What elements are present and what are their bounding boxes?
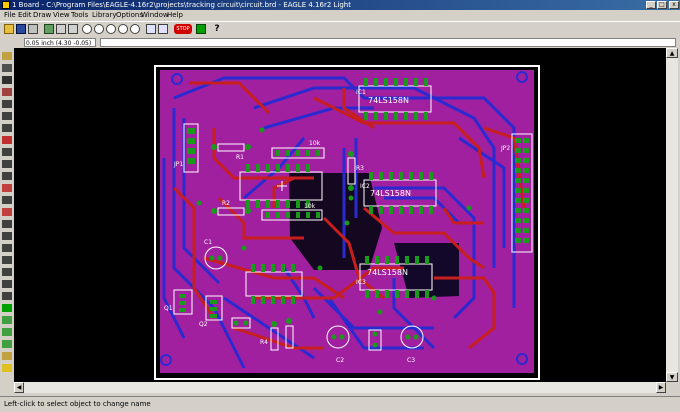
menu-draw[interactable]: Draw <box>33 10 51 21</box>
cam-icon[interactable] <box>44 24 54 34</box>
show-tool-icon[interactable] <box>2 64 12 72</box>
scroll-down-arrow-icon[interactable]: ▼ <box>666 372 678 382</box>
arc-tool-icon[interactable] <box>2 268 12 276</box>
name-tool-icon[interactable] <box>2 184 12 192</box>
zoom-out-icon[interactable] <box>106 24 116 34</box>
delete-tool-icon[interactable] <box>2 136 12 144</box>
scroll-up-arrow-icon[interactable]: ▲ <box>666 48 678 58</box>
route-tool-icon[interactable] <box>2 208 12 216</box>
r3-label: R3 <box>356 165 364 172</box>
paste-tool-icon[interactable] <box>2 160 12 168</box>
main-toolbar: STOP ? <box>0 21 680 37</box>
coordinate-display: 0.05 inch (4.30 -0.05) <box>24 38 96 47</box>
ic-a-ref: IC1 <box>356 89 366 96</box>
split-tool-icon[interactable] <box>2 172 12 180</box>
polygon-tool-icon[interactable] <box>2 292 12 300</box>
c2-label: C2 <box>336 357 344 364</box>
board-canvas[interactable]: 74LS158N IC1 74LS158N IC2 74LS158N IC3 1… <box>14 48 666 382</box>
pcb-drawing: 74LS158N IC1 74LS158N IC2 74LS158N IC3 1… <box>154 65 540 380</box>
menu-tools[interactable]: Tools <box>71 10 88 21</box>
undo-icon[interactable] <box>146 24 156 34</box>
title-bar: 1 Board - C:\Program Files\EAGLE-4.16r2\… <box>0 0 680 10</box>
menu-bar: File Edit Draw View Tools Library Option… <box>0 10 680 21</box>
zoom-in-icon[interactable] <box>94 24 104 34</box>
close-button[interactable]: x <box>669 1 679 9</box>
status-bar: Left-click to select object to change na… <box>0 396 680 412</box>
c3-label: C3 <box>407 357 415 364</box>
menu-help[interactable]: Help <box>167 10 183 21</box>
text-tool-icon[interactable] <box>2 244 12 252</box>
run-ulp-icon[interactable] <box>68 24 78 34</box>
redo-icon[interactable] <box>158 24 168 34</box>
q-left-label: Q1 <box>164 305 173 312</box>
res-10k-b-label: 10k <box>304 203 316 210</box>
menu-edit[interactable]: Edit <box>18 10 32 21</box>
info-tool-icon[interactable] <box>2 52 12 60</box>
script-icon[interactable] <box>56 24 66 34</box>
mirror-tool-icon[interactable] <box>2 100 12 108</box>
ic-a-label: 74LS158N <box>368 96 409 105</box>
q-right-label: Q2 <box>199 321 208 328</box>
auto-tool-icon[interactable] <box>2 340 12 348</box>
open-icon[interactable] <box>4 24 14 34</box>
hole-tool-icon[interactable] <box>2 316 12 324</box>
r4-label: R4 <box>260 339 268 346</box>
eagle-app-icon <box>2 1 10 9</box>
ripup-tool-icon[interactable] <box>2 220 12 228</box>
menu-view[interactable]: View <box>53 10 70 21</box>
minimize-button[interactable]: _ <box>646 1 656 9</box>
wire-tool-icon[interactable] <box>2 232 12 240</box>
go-icon[interactable] <box>196 24 206 34</box>
value-tool-icon[interactable] <box>2 196 12 204</box>
r2-label: R2 <box>222 200 230 207</box>
move-tool-icon[interactable] <box>2 76 12 84</box>
copy-tool-icon[interactable] <box>2 88 12 96</box>
ic-c-label: 74LS158N <box>367 268 408 277</box>
jp-right-label: JP2 <box>500 145 510 152</box>
ic-b-ref: IC2 <box>360 183 370 190</box>
scroll-left-arrow-icon[interactable]: ◀ <box>14 382 24 393</box>
stop-icon[interactable]: STOP <box>174 24 192 34</box>
command-bar: 0.05 inch (4.30 -0.05) <box>0 36 680 48</box>
zoom-fit-icon[interactable] <box>82 24 92 34</box>
r1-label: R1 <box>236 154 244 161</box>
print-icon[interactable] <box>28 24 38 34</box>
zoom-select-icon[interactable] <box>130 24 140 34</box>
save-icon[interactable] <box>16 24 26 34</box>
rect-tool-icon[interactable] <box>2 280 12 288</box>
zoom-redraw-icon[interactable] <box>118 24 128 34</box>
maximize-button[interactable]: □ <box>657 1 667 9</box>
rotate-tool-icon[interactable] <box>2 112 12 120</box>
change-tool-icon[interactable] <box>2 148 12 156</box>
res-10k-a-label: 10k <box>309 140 321 147</box>
scroll-right-arrow-icon[interactable]: ▶ <box>656 382 666 393</box>
left-toolbox <box>0 48 14 393</box>
help-icon[interactable]: ? <box>212 24 222 34</box>
ratsnest-tool-icon[interactable] <box>2 328 12 336</box>
drc-tool-icon[interactable] <box>2 364 12 372</box>
jp-left-label: JP1 <box>173 161 183 168</box>
menu-file[interactable]: File <box>4 10 16 21</box>
status-text: Left-click to select object to change na… <box>4 400 151 408</box>
menu-options[interactable]: Options <box>116 10 143 21</box>
via-tool-icon[interactable] <box>2 304 12 312</box>
circle-tool-icon[interactable] <box>2 256 12 264</box>
ic-c-ref: IC3 <box>356 279 366 286</box>
menu-window[interactable]: Window <box>141 10 169 21</box>
vertical-scrollbar[interactable]: ▲ ▼ <box>666 48 678 382</box>
erc-tool-icon[interactable] <box>2 352 12 360</box>
command-input[interactable] <box>100 38 676 47</box>
horizontal-scrollbar[interactable]: ◀ ▶ <box>14 382 666 393</box>
window-title: 1 Board - C:\Program Files\EAGLE-4.16r2\… <box>12 1 351 9</box>
group-tool-icon[interactable] <box>2 124 12 132</box>
ic-b-label: 74LS158N <box>370 189 411 198</box>
menu-library[interactable]: Library <box>92 10 116 21</box>
c1-label: C1 <box>204 239 212 246</box>
